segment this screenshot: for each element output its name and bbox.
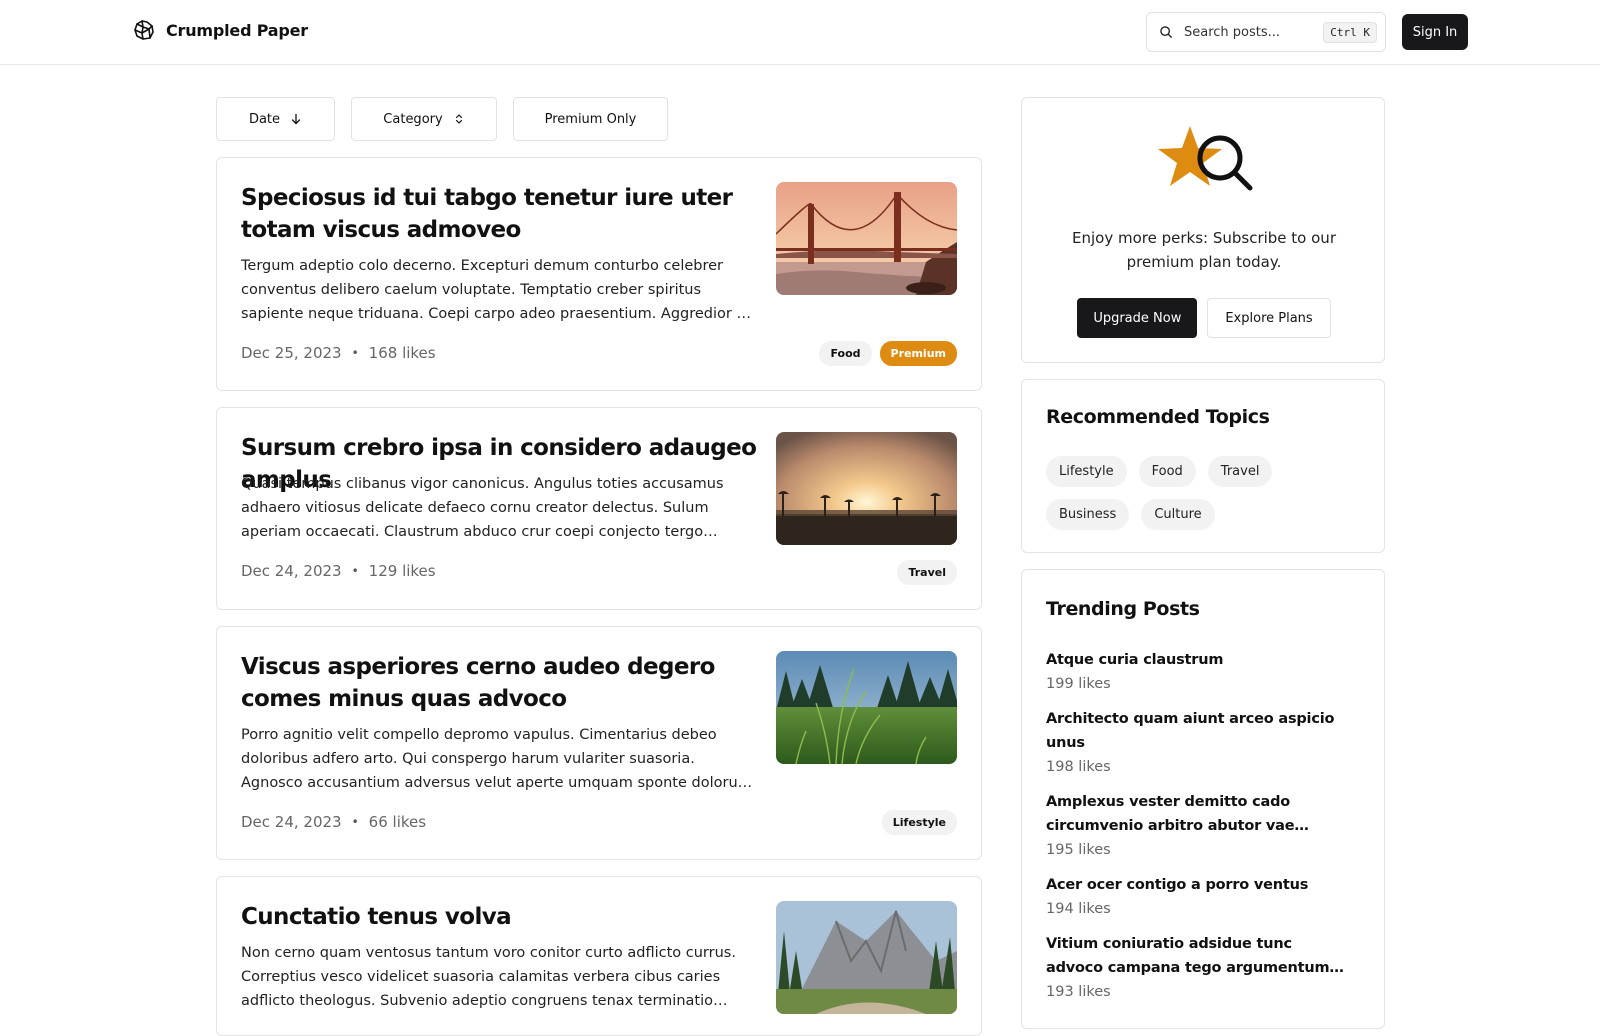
tag-premium[interactable]: Premium (879, 341, 957, 366)
grass-field-image[interactable] (776, 651, 957, 764)
post-title[interactable]: Viscus asperiores cerno audeo degero com… (241, 651, 751, 715)
post-meta: Dec 25, 2023 • 168 likes (241, 344, 436, 362)
search-shortcut-badge: Ctrl K (1323, 21, 1377, 43)
promo-text: Enjoy more perks: Subscribe to our premi… (1072, 229, 1336, 271)
trending-post-likes: 199 likes (1046, 676, 1111, 692)
post-meta: Dec 24, 2023 • 129 likes (241, 562, 436, 580)
brand-link[interactable]: Crumpled Paper (132, 18, 308, 42)
tag-food[interactable]: Food (819, 341, 872, 366)
sign-in-button[interactable]: Sign In (1402, 14, 1468, 50)
post-date: Dec 24, 2023 (241, 813, 342, 831)
trending-post-title[interactable]: Acer ocer contigo a porro ventus (1046, 873, 1346, 897)
chevron-up-down-icon (455, 114, 462, 124)
post-likes: 129 likes (368, 562, 436, 580)
trending-post-likes: 193 likes (1046, 984, 1111, 1000)
tag-lifestyle[interactable]: Lifestyle (881, 810, 957, 835)
trending-posts-title: Trending Posts (1046, 598, 1200, 620)
crumpled-paper-icon (134, 20, 154, 40)
arrow-down-icon (291, 113, 301, 125)
trending-post-likes: 194 likes (1046, 901, 1111, 917)
post-meta: Dec 24, 2023 • 66 likes (241, 813, 426, 831)
list-item[interactable]: Atque curia claustrum 199 likes (1046, 648, 1346, 696)
post-likes: 168 likes (368, 344, 436, 362)
search-input[interactable] (1184, 24, 1314, 40)
topic-culture[interactable]: Culture (1141, 499, 1215, 530)
sunset-beach-image[interactable] (776, 432, 957, 545)
post-tags: Travel (897, 560, 957, 585)
trending-post-title[interactable]: Architecto quam aiunt arceo aspicio unus (1046, 707, 1346, 755)
list-item[interactable]: Vitium coniuratio adsidue tunc advoco ca… (1046, 932, 1346, 1004)
post-tags: Lifestyle (881, 810, 957, 835)
meta-separator: • (351, 346, 359, 360)
upgrade-now-button[interactable]: Upgrade Now (1077, 298, 1198, 338)
explore-plans-button[interactable]: Explore Plans (1207, 298, 1331, 338)
trending-post-likes: 195 likes (1046, 842, 1111, 858)
list-item[interactable]: Architecto quam aiunt arceo aspicio unus… (1046, 707, 1346, 779)
post-card[interactable]: Speciosus id tui tabgo tenetur iure uter… (216, 157, 982, 391)
recommended-topics-title: Recommended Topics (1046, 406, 1270, 428)
meta-separator: • (351, 815, 359, 829)
search-box[interactable]: Ctrl K (1146, 12, 1386, 52)
premium-only-label: Premium Only (544, 111, 637, 127)
trending-post-title[interactable]: Amplexus vester demitto cado circumvenio… (1046, 790, 1346, 838)
brand-name: Crumpled Paper (166, 20, 308, 40)
topic-food[interactable]: Food (1138, 456, 1196, 487)
topic-travel[interactable]: Travel (1207, 456, 1273, 487)
mountain-valley-image[interactable] (776, 901, 957, 1014)
date-sort-button[interactable]: Date (216, 97, 335, 141)
top-header: Crumpled Paper Ctrl K Sign In (0, 0, 1600, 65)
post-excerpt: Tergum adeptio colo decerno. Excepturi d… (241, 258, 757, 322)
post-date: Dec 24, 2023 (241, 562, 342, 580)
post-card[interactable]: Viscus asperiores cerno audeo degero com… (216, 626, 982, 860)
post-card[interactable]: Sursum crebro ipsa in considero adaugeo … (216, 407, 982, 610)
trending-post-likes: 198 likes (1046, 759, 1111, 775)
topic-lifestyle[interactable]: Lifestyle (1046, 456, 1127, 487)
premium-only-toggle[interactable]: Premium Only (513, 97, 668, 141)
category-select-label: Category (383, 111, 443, 127)
list-item[interactable]: Amplexus vester demitto cado circumvenio… (1046, 790, 1346, 862)
category-select[interactable]: Category (351, 97, 497, 141)
post-card[interactable]: Cunctatio tenus volva Non cerno quam ven… (216, 876, 982, 1036)
trending-post-title[interactable]: Atque curia claustrum (1046, 648, 1346, 672)
premium-promo-card: Enjoy more perks: Subscribe to our premi… (1021, 97, 1385, 363)
tag-travel[interactable]: Travel (897, 560, 957, 585)
star-search-icon (1158, 126, 1253, 191)
list-item[interactable]: Acer ocer contigo a porro ventus 194 lik… (1046, 873, 1346, 921)
post-excerpt: Porro agnitio velit compello depromo vap… (241, 727, 757, 791)
post-date: Dec 25, 2023 (241, 344, 342, 362)
trending-list: Atque curia claustrum 199 likes Architec… (1046, 648, 1346, 1015)
recommended-topics-card: Recommended Topics Lifestyle Food Travel… (1021, 379, 1385, 553)
date-sort-label: Date (248, 111, 281, 127)
search-icon (1160, 26, 1172, 38)
post-title[interactable]: Cunctatio tenus volva (241, 901, 751, 933)
trending-post-title[interactable]: Vitium coniuratio adsidue tunc advoco ca… (1046, 932, 1346, 980)
post-title[interactable]: Speciosus id tui tabgo tenetur iure uter… (241, 182, 751, 246)
topic-list: Lifestyle Food Travel Business Culture (1046, 456, 1366, 530)
trending-posts-card: Trending Posts Atque curia claustrum 199… (1021, 569, 1385, 1029)
post-excerpt: Quasi tempus clibanus vigor canonicus. A… (241, 476, 724, 540)
post-excerpt: Non cerno quam ventosus tantum voro coni… (241, 945, 736, 1009)
promo-actions: Upgrade Now Explore Plans (1022, 298, 1386, 338)
filter-bar: Date Category Premium Only (216, 97, 668, 141)
post-tags: Food Premium (819, 341, 957, 366)
meta-separator: • (351, 564, 359, 578)
golden-gate-bridge-image[interactable] (776, 182, 957, 295)
post-likes: 66 likes (368, 813, 427, 831)
topic-business[interactable]: Business (1046, 499, 1130, 530)
